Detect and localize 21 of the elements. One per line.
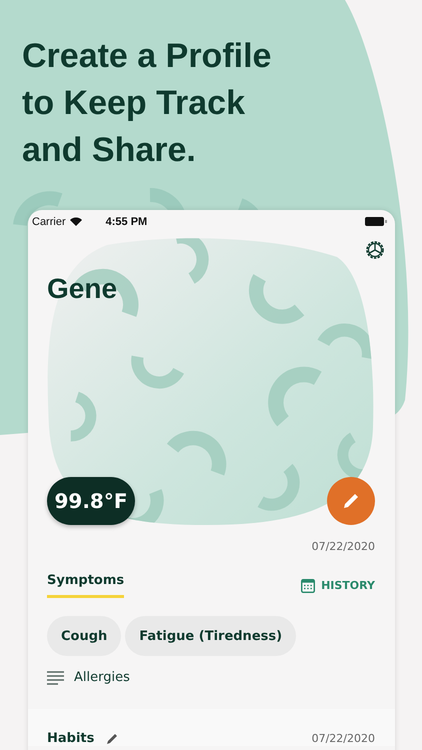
history-button[interactable]: HISTORY bbox=[301, 578, 375, 592]
symptom-chip[interactable]: Fatigue (Tiredness) bbox=[125, 616, 296, 656]
notes-icon bbox=[47, 670, 64, 684]
headline: Create a Profile to Keep Track and Share. bbox=[21, 36, 272, 171]
status-time: 4:55 PM bbox=[106, 216, 148, 228]
edit-button[interactable] bbox=[327, 477, 375, 525]
pencil-icon bbox=[341, 491, 361, 511]
profile-date: 07/22/2020 bbox=[312, 540, 375, 553]
battery-icon bbox=[365, 217, 387, 226]
habits-title: Habits bbox=[47, 731, 94, 746]
calendar-icon bbox=[301, 578, 316, 592]
habits-date: 07/22/2020 bbox=[312, 732, 375, 745]
settings-icon[interactable] bbox=[364, 239, 386, 261]
symptoms-tab[interactable]: Symptoms bbox=[47, 573, 124, 598]
wifi-icon bbox=[70, 217, 82, 226]
symptom-chip[interactable]: Cough bbox=[47, 616, 122, 656]
profile-name: Gene bbox=[47, 273, 118, 305]
temperature-badge: 99.8°F bbox=[47, 477, 135, 525]
carrier-label: Carrier bbox=[32, 216, 66, 228]
pencil-icon[interactable] bbox=[106, 732, 120, 745]
notes-text: Allergies bbox=[74, 670, 130, 685]
